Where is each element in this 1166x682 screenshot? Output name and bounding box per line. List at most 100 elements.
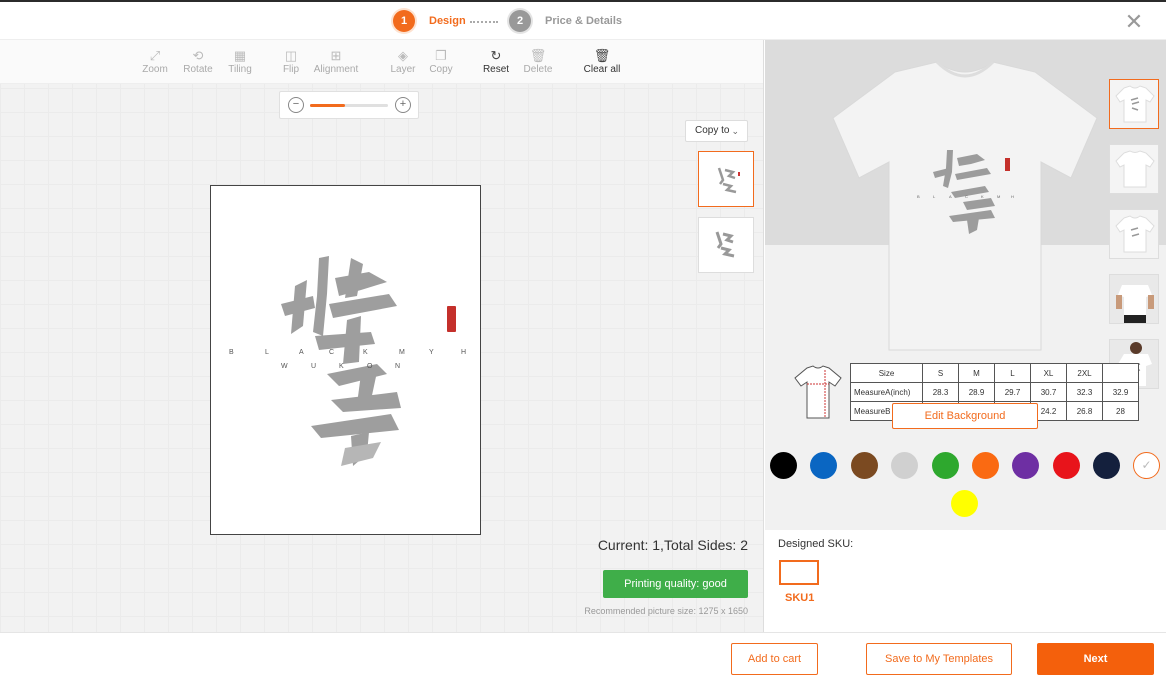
zoom-tool[interactable]: ⤢ Zoom	[141, 48, 169, 75]
align-icon: ⊞	[330, 48, 342, 63]
svg-text:M: M	[399, 349, 405, 356]
tool-label: Clear all	[583, 64, 621, 75]
color-swatch-purple[interactable]	[1012, 452, 1039, 479]
color-swatch-blue[interactable]	[810, 452, 837, 479]
table-cell: 32.9	[1102, 382, 1139, 402]
layers-icon: ◈	[398, 48, 408, 63]
recommended-size-note: Recommended picture size: 1275 x 1650	[584, 606, 748, 616]
color-swatch-yellow[interactable]	[951, 490, 978, 517]
svg-text:L: L	[265, 349, 269, 356]
size-chart-diagram-icon	[794, 365, 842, 419]
flip-icon: ◫	[284, 48, 298, 63]
table-cell: MeasureA(inch)	[850, 382, 923, 402]
table-cell: M	[958, 363, 995, 383]
svg-text:N: N	[395, 363, 400, 370]
expand-icon: ⤢	[149, 48, 161, 63]
view-thumbnail-model-front[interactable]	[1109, 274, 1159, 324]
step-number: 1	[393, 10, 415, 32]
side-thumbnail-front[interactable]	[698, 151, 754, 207]
copy-tool[interactable]: ❐ Copy	[428, 48, 454, 75]
reset-tool[interactable]: ↻ Reset	[481, 48, 511, 75]
color-swatch-green[interactable]	[932, 452, 959, 479]
svg-text:H: H	[461, 349, 466, 356]
table-cell: 26.8	[1066, 401, 1103, 421]
tool-label: Flip	[282, 64, 300, 75]
checkmark-icon: ✓	[1141, 458, 1152, 472]
svg-text:C: C	[965, 194, 968, 199]
step-connector	[470, 21, 498, 23]
copy-icon: ❐	[435, 48, 447, 63]
tool-label: Tiling	[228, 64, 252, 75]
color-swatch-white[interactable]: ✓	[1133, 452, 1160, 479]
table-cell: 2XL	[1066, 363, 1103, 383]
table-cell: XL	[1030, 363, 1067, 383]
side-thumbnail-back[interactable]	[698, 217, 754, 273]
design-workspace: ⤢ Zoom ⟲ Rotate ▦ Tiling ◫ Flip ⊞ Alignm…	[0, 40, 764, 632]
table-cell: 32.3	[1066, 382, 1103, 402]
color-swatch-black[interactable]	[770, 452, 797, 479]
zoom-out-icon[interactable]: −	[288, 97, 304, 113]
rotate-icon: ⟲	[192, 48, 204, 63]
grid-icon: ▦	[233, 48, 247, 63]
color-swatch-light-gray[interactable]	[891, 452, 918, 479]
add-to-cart-button[interactable]: Add to cart	[731, 643, 818, 675]
table-cell: L	[994, 363, 1031, 383]
tshirt-thumbnail	[1115, 150, 1155, 188]
save-to-templates-button[interactable]: Save to My Templates	[866, 643, 1012, 675]
table-cell: S	[922, 363, 959, 383]
step-label: Design	[429, 15, 466, 27]
view-thumbnail-flat[interactable]	[1109, 209, 1159, 259]
copy-to-label: Copy to	[695, 125, 730, 136]
svg-text:B: B	[917, 194, 920, 199]
step-header: 1 Design 2 Price & Details ✕	[0, 0, 1166, 40]
tiling-tool[interactable]: ▦ Tiling	[225, 48, 255, 75]
close-icon[interactable]: ✕	[1124, 11, 1144, 33]
svg-text:K: K	[363, 349, 368, 356]
color-swatch-brown[interactable]	[851, 452, 878, 479]
next-button[interactable]: Next	[1037, 643, 1154, 675]
trash-icon: 🗑	[529, 48, 547, 63]
svg-text:M: M	[997, 194, 1000, 199]
tshirt-thumbnail	[1115, 85, 1155, 123]
tool-label: Layer	[390, 64, 416, 75]
trash-icon: 🗑	[593, 48, 611, 63]
color-swatch-navy[interactable]	[1093, 452, 1120, 479]
svg-text:W: W	[281, 363, 288, 370]
table-cell: 29.7	[994, 382, 1031, 402]
step-design[interactable]: 1 Design	[393, 10, 466, 32]
design-thumbnail-image	[715, 231, 735, 258]
design-thumbnail-image	[717, 167, 740, 194]
svg-text:K: K	[981, 194, 984, 199]
color-swatch-red[interactable]	[1053, 452, 1080, 479]
table-cell: 28.9	[958, 382, 995, 402]
svg-text:Y: Y	[429, 349, 434, 356]
copy-to-dropdown[interactable]: Copy to ⌄	[685, 120, 748, 142]
sku-thumbnail[interactable]	[779, 560, 819, 585]
flip-tool[interactable]: ◫ Flip	[280, 48, 302, 75]
sides-indicator: Current: 1,Total Sides: 2	[597, 537, 748, 553]
alignment-tool[interactable]: ⊞ Alignment	[311, 48, 361, 75]
designed-sku-label: Designed SKU:	[778, 538, 854, 550]
zoom-slider[interactable]	[310, 104, 388, 107]
delete-tool[interactable]: 🗑 Delete	[522, 48, 554, 75]
view-thumbnail-front[interactable]	[1109, 79, 1159, 129]
tool-label: Copy	[429, 64, 453, 75]
edit-background-button[interactable]: Edit Background	[892, 403, 1038, 429]
clear-all-tool[interactable]: 🗑 Clear all	[582, 48, 622, 75]
design-canvas[interactable]: BLA CKM YH WUKON	[210, 185, 481, 535]
table-cell: Size	[850, 363, 923, 383]
svg-text:B: B	[229, 349, 234, 356]
table-cell	[1102, 363, 1139, 383]
layer-tool[interactable]: ◈ Layer	[389, 48, 417, 75]
view-thumbnail-back[interactable]	[1109, 144, 1159, 194]
tool-label: Alignment	[313, 64, 359, 75]
rotate-tool[interactable]: ⟲ Rotate	[181, 48, 215, 75]
design-toolbar: ⤢ Zoom ⟲ Rotate ▦ Tiling ◫ Flip ⊞ Alignm…	[0, 40, 763, 84]
step-price-details[interactable]: 2 Price & Details	[509, 10, 622, 32]
calligraphy-artwork[interactable]: BLA CKM YH WUKON	[211, 186, 480, 534]
zoom-slider-fill	[310, 104, 346, 107]
svg-text:K: K	[339, 363, 344, 370]
zoom-in-icon[interactable]: +	[395, 97, 411, 113]
color-swatch-orange[interactable]	[972, 452, 999, 479]
tool-label: Reset	[482, 64, 510, 75]
